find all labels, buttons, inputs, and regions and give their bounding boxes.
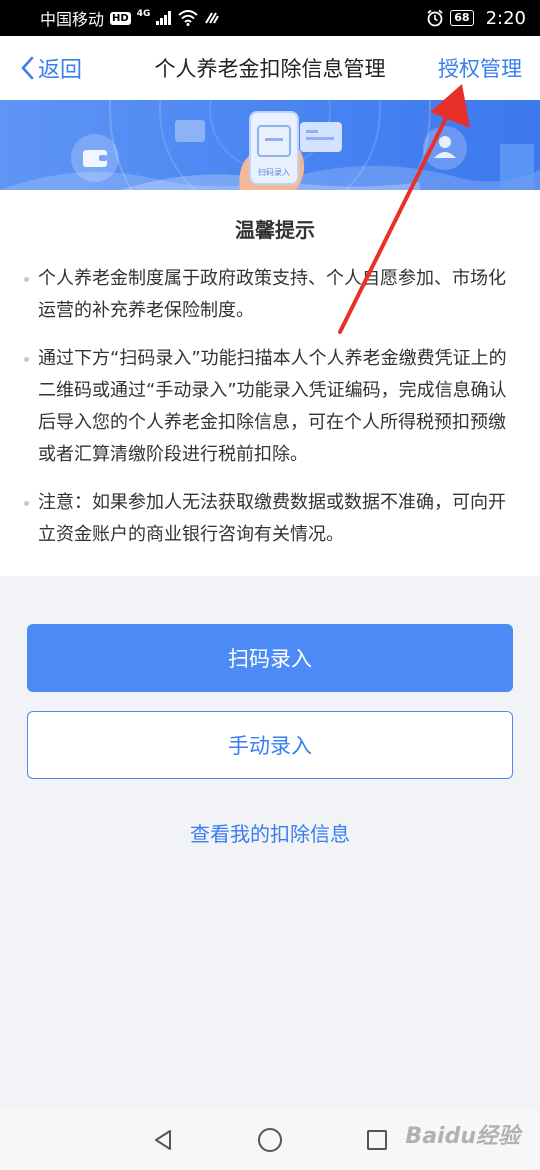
battery-indicator: 68	[450, 10, 474, 26]
watermark-logo: Baidu经验	[405, 1124, 520, 1149]
tips-title: 温馨提示	[235, 218, 315, 242]
banner-illustration: 扫码录入	[0, 100, 540, 190]
status-right: 68 2:20	[426, 8, 526, 29]
wallet-icon	[71, 134, 119, 182]
phone-label: 扫码录入	[258, 167, 290, 177]
back-label: 返回	[38, 58, 83, 83]
auth-management-link[interactable]: 授权管理	[438, 53, 522, 83]
carrier-label: 中国移动	[40, 10, 105, 29]
manual-entry-button[interactable]: 手动录入	[27, 711, 513, 779]
nav-bar: 返回 个人养老金扣除信息管理 授权管理	[0, 36, 540, 100]
alarm-icon	[427, 9, 443, 27]
tips-section: 温馨提示 个人养老金制度属于政府政策支持、个人自愿参加、市场化运营的补充养老保险…	[0, 190, 540, 576]
hd-badge: HD	[110, 11, 131, 25]
tip-item: 注意：如果参加人无法获取缴费数据或数据不准确，可向开立资金账户的商业银行咨询有关…	[24, 487, 512, 551]
scan-entry-button[interactable]: 扫码录入	[27, 624, 513, 692]
tip-item: 通过下方“扫码录入”功能扫描本人个人养老金缴费凭证上的二维码或通过“手动录入”功…	[24, 343, 512, 471]
status-bar: 中国移动 HD 4G 68 2:20	[0, 0, 540, 36]
back-triangle-icon[interactable]	[151, 1128, 175, 1152]
nfc-icon	[205, 12, 220, 24]
view-deduction-info-link[interactable]: 查看我的扣除信息	[0, 818, 540, 847]
home-circle-icon[interactable]	[257, 1127, 283, 1153]
back-button[interactable]: 返回	[20, 52, 82, 84]
status-left: 中国移动 HD 4G	[40, 6, 220, 30]
banner-art: 扫码录入	[0, 100, 540, 190]
signal-icon	[156, 11, 172, 25]
network-label: 4G	[136, 9, 151, 19]
phone-scan-illustration: 扫码录入	[239, 111, 305, 190]
tip-item: 个人养老金制度属于政府政策支持、个人自愿参加、市场化运营的补充养老保险制度。	[24, 263, 512, 327]
chevron-left-icon	[21, 56, 34, 80]
clock: 2:20	[485, 7, 526, 29]
recents-square-icon[interactable]	[365, 1128, 389, 1152]
user-icon	[423, 126, 467, 170]
wifi-icon	[178, 10, 199, 26]
